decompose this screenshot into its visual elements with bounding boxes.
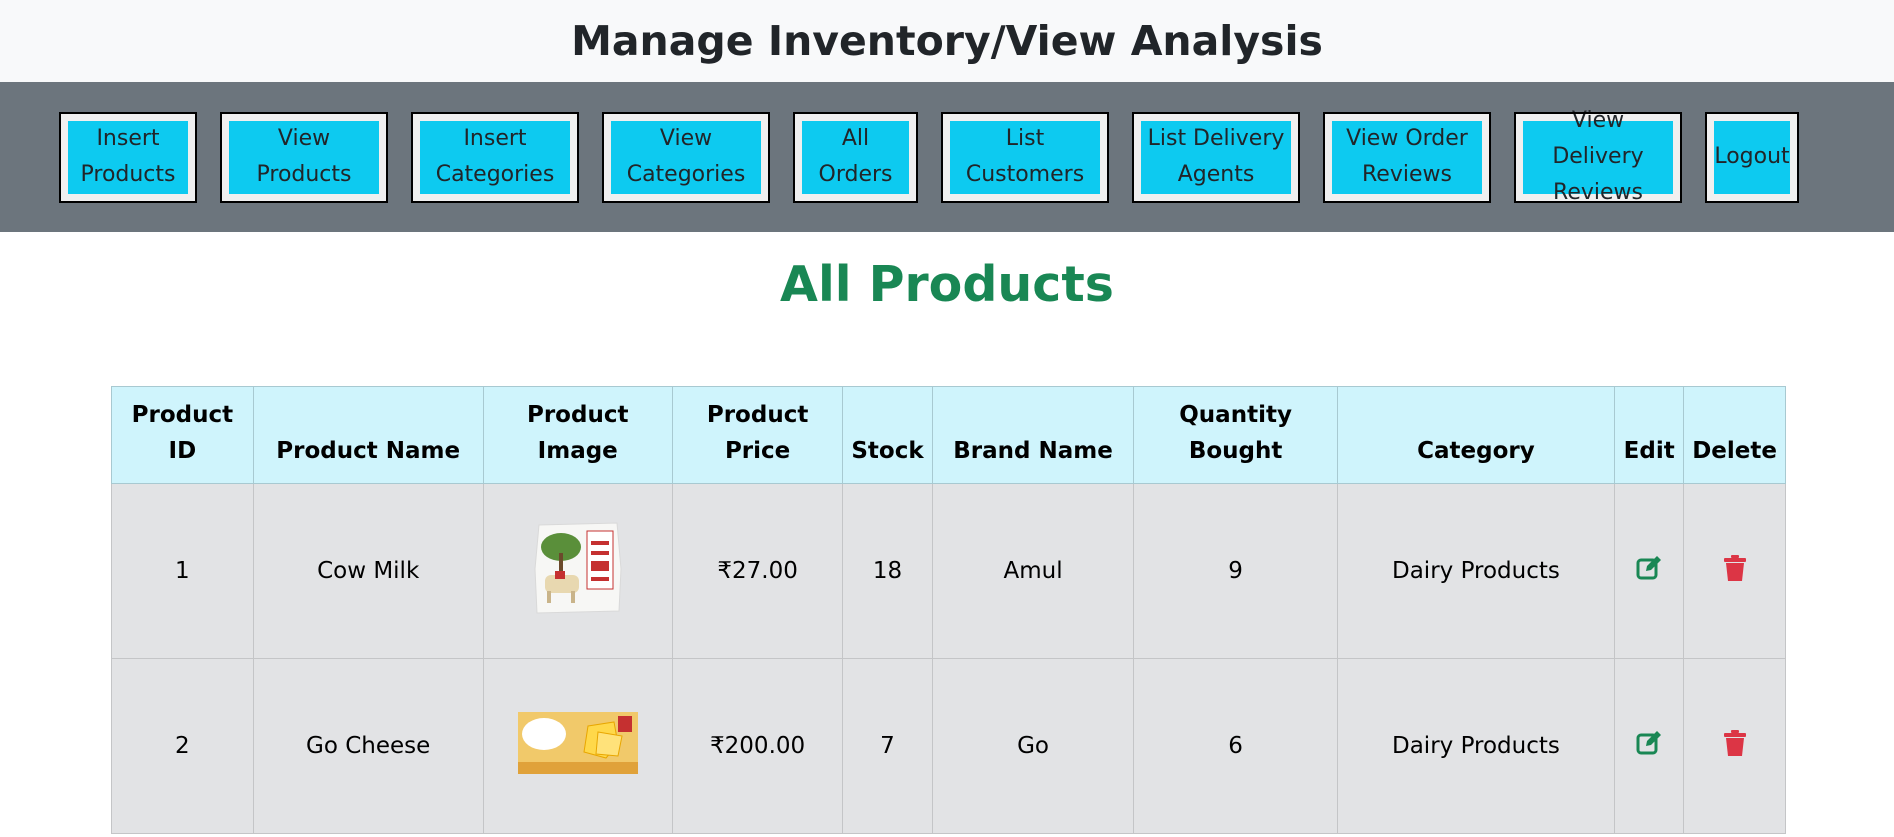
header-category: Category [1336, 386, 1616, 484]
header-stock: Stock [842, 386, 933, 484]
view-order-reviews-button[interactable]: View Order Reviews [1323, 111, 1491, 203]
logout-button[interactable]: Logout [1705, 111, 1799, 203]
header-product-name: Product Name [252, 386, 484, 484]
view-categories-button[interactable]: View Categories [602, 111, 770, 203]
cell-product-image [482, 658, 673, 834]
header-product-price: Product Price [671, 386, 844, 484]
page-header: Manage Inventory/View Analysis [0, 0, 1894, 82]
view-products-button[interactable]: View Products [220, 111, 388, 203]
trash-icon[interactable] [1723, 555, 1746, 587]
cell-brand-name: Amul [931, 483, 1135, 659]
header-edit: Edit [1614, 386, 1685, 484]
milk-packet-image [531, 519, 625, 623]
header-delete: Delete [1683, 386, 1786, 484]
cell-edit [1614, 658, 1685, 834]
cell-category: Dairy Products [1336, 483, 1616, 659]
cell-product-price: ₹200.00 [671, 658, 844, 834]
table-row: 1 Cow Milk ₹27.00 18 Amul 9 Dairy Produc… [111, 483, 1786, 659]
cell-stock: 7 [842, 658, 933, 834]
table-header-row: Product ID Product Name Product Image Prod… [111, 386, 1786, 484]
cell-product-name: Cow Milk [252, 483, 484, 659]
products-table-container: Product ID Product Name Product Image Prod… [111, 386, 1786, 834]
insert-products-button[interactable]: Insert Products [59, 111, 197, 203]
edit-icon[interactable] [1636, 555, 1662, 587]
cell-delete [1683, 483, 1786, 659]
list-delivery-agents-button[interactable]: List Delivery Agents [1132, 111, 1300, 203]
all-orders-button[interactable]: All Orders [793, 111, 918, 203]
cell-delete [1683, 658, 1786, 834]
view-delivery-reviews-button[interactable]: View Delivery Reviews [1514, 108, 1682, 205]
cell-category: Dairy Products [1336, 658, 1616, 834]
cell-stock: 18 [842, 483, 933, 659]
edit-icon[interactable] [1636, 730, 1662, 762]
header-brand-name: Brand Name [931, 386, 1135, 484]
cell-product-price: ₹27.00 [671, 483, 844, 659]
section-title: All Products [780, 256, 1114, 313]
cell-product-image [482, 483, 673, 659]
nav-bar: Insert Products View Products Insert Catego… [0, 82, 1894, 232]
page-title: Manage Inventory/View Analysis [571, 17, 1323, 65]
list-customers-button[interactable]: List Customers [941, 111, 1109, 203]
header-quantity-bought: Quantity Bought [1133, 386, 1338, 484]
cell-product-id: 1 [111, 483, 254, 659]
products-table: Product ID Product Name Product Image Prod… [111, 386, 1786, 834]
cell-quantity-bought: 9 [1133, 483, 1338, 659]
cell-quantity-bought: 6 [1133, 658, 1338, 834]
cell-product-name: Go Cheese [252, 658, 484, 834]
cell-brand-name: Go [931, 658, 1135, 834]
header-product-image: Product Image [482, 386, 673, 484]
table-row: 2 Go Cheese ₹200.00 7 Go 6 Dairy Product… [111, 658, 1786, 834]
trash-icon[interactable] [1723, 730, 1746, 762]
cheese-pack-image [517, 712, 638, 780]
insert-categories-button[interactable]: Insert Categories [411, 111, 579, 203]
cell-edit [1614, 483, 1685, 659]
header-product-id: Product ID [111, 386, 254, 484]
cell-product-id: 2 [111, 658, 254, 834]
